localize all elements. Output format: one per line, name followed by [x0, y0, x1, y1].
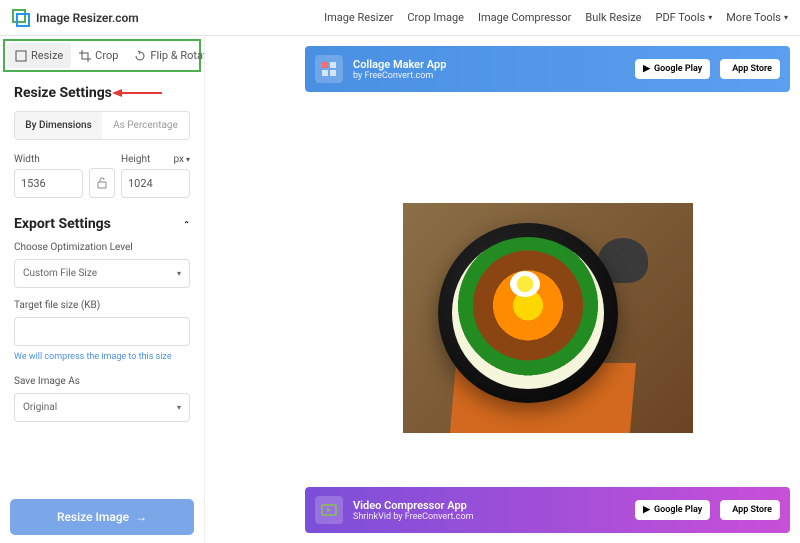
chevron-down-icon: ▾ [784, 13, 788, 22]
target-size-label: Target file size (KB) [14, 300, 190, 311]
chevron-down-icon: ▾ [708, 13, 712, 22]
width-label: Width [14, 154, 83, 165]
app-store-button[interactable]: App Store [720, 500, 780, 520]
tool-tabs: Resize Crop Flip & Rotate [3, 39, 201, 72]
target-size-input[interactable] [14, 317, 190, 346]
unit-select[interactable]: px▾ [173, 154, 190, 165]
image-preview-area [305, 102, 790, 533]
nav-image-resizer[interactable]: Image Resizer [324, 11, 393, 24]
tab-resize[interactable]: Resize [7, 43, 71, 68]
export-settings-title[interactable]: Export Settings ⌃ [14, 216, 190, 232]
header: Image Resizer.com Image Resizer Crop Ima… [0, 0, 800, 36]
app-store-button[interactable]: App Store [720, 59, 780, 79]
chevron-down-icon: ▾ [177, 269, 181, 278]
nav-image-compressor[interactable]: Image Compressor [478, 11, 571, 24]
arrow-right-icon: → [135, 510, 147, 524]
resize-settings-title: Resize Settings [14, 85, 190, 101]
ad-top-title: Collage Maker App [353, 58, 625, 71]
height-input[interactable] [121, 169, 190, 198]
lock-aspect-button[interactable] [89, 168, 115, 198]
top-nav: Image Resizer Crop Image Image Compresso… [324, 11, 788, 24]
sidebar: Resize Crop Flip & Rotate Resize Setting… [0, 36, 205, 543]
rotate-icon [134, 50, 146, 62]
main: Resize Crop Flip & Rotate Resize Setting… [0, 36, 800, 543]
resize-icon [15, 50, 27, 62]
by-dimensions-button[interactable]: By Dimensions [15, 112, 102, 139]
ad-banner-top: Collage Maker App by FreeConvert.com ▶Go… [305, 46, 790, 92]
nav-pdf-tools[interactable]: PDF Tools▾ [656, 11, 713, 24]
video-icon [315, 496, 343, 524]
as-percentage-button[interactable]: As Percentage [102, 112, 189, 139]
height-label: Height [121, 154, 150, 165]
play-icon: ▶ [643, 64, 650, 74]
ad-bot-sub: ShrinkVid by FreeConvert.com [353, 512, 625, 522]
content-area: Collage Maker App by FreeConvert.com ▶Go… [205, 36, 800, 543]
google-play-button[interactable]: ▶Google Play [635, 59, 710, 79]
tab-flip-rotate[interactable]: Flip & Rotate [126, 43, 205, 68]
crop-icon [79, 50, 91, 62]
logo-icon [12, 9, 30, 27]
nav-crop-image[interactable]: Crop Image [407, 11, 464, 24]
optimization-select[interactable]: Custom File Size ▾ [14, 259, 190, 288]
save-as-select[interactable]: Original ▾ [14, 393, 190, 422]
ad-bot-title: Video Compressor App [353, 499, 625, 512]
ad-banner-bottom: Video Compressor App ShrinkVid by FreeCo… [305, 487, 790, 533]
logo-text: Image Resizer.com [36, 11, 139, 25]
arrow-annotation [112, 88, 162, 98]
nav-more-tools[interactable]: More Tools▾ [726, 11, 788, 24]
dimensions-row: Width Height px▾ [14, 154, 190, 198]
save-as-label: Save Image As [14, 376, 190, 387]
width-input[interactable] [14, 169, 83, 198]
preview-image[interactable] [403, 203, 693, 433]
compress-hint: We will compress the image to this size [14, 352, 190, 362]
logo[interactable]: Image Resizer.com [12, 9, 139, 27]
chevron-down-icon: ▾ [186, 155, 190, 164]
tab-crop[interactable]: Crop [71, 43, 126, 68]
nav-bulk-resize[interactable]: Bulk Resize [585, 11, 641, 24]
play-icon: ▶ [643, 505, 650, 515]
ad-top-sub: by FreeConvert.com [353, 71, 625, 81]
chevron-down-icon: ▾ [177, 403, 181, 412]
collage-icon [315, 55, 343, 83]
unlock-icon [96, 177, 108, 189]
chevron-up-icon: ⌃ [183, 220, 190, 229]
resize-image-button[interactable]: Resize Image → [10, 499, 194, 535]
resize-settings-panel: Resize Settings By Dimensions As Percent… [0, 75, 204, 444]
optimization-label: Choose Optimization Level [14, 242, 190, 253]
google-play-button[interactable]: ▶Google Play [635, 500, 710, 520]
mode-toggle: By Dimensions As Percentage [14, 111, 190, 140]
